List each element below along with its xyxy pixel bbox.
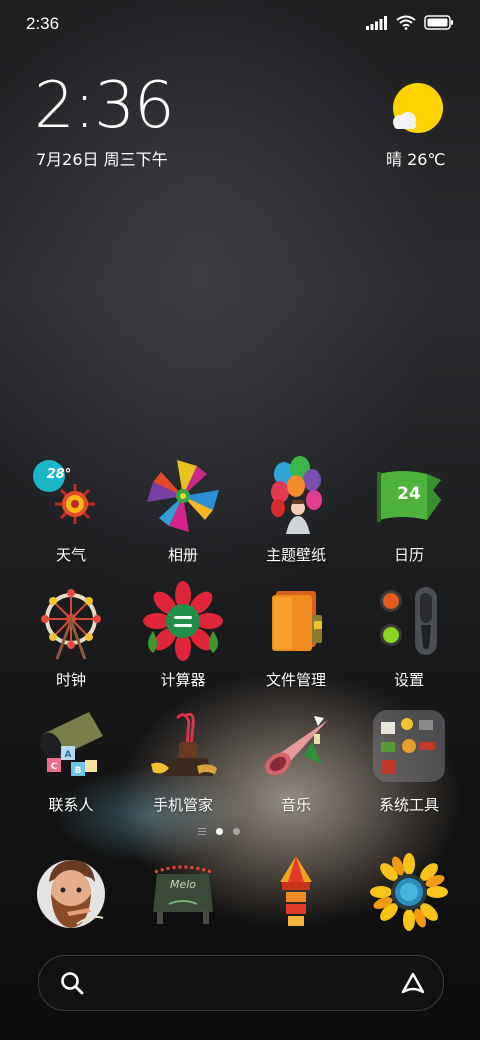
calendar-date: 24 [397, 484, 421, 504]
signal-icon [366, 15, 387, 30]
status-time: 2:36 [26, 14, 60, 33]
app-files[interactable]: 文件管理 [241, 581, 351, 690]
ferris-wheel-icon [41, 589, 101, 660]
app-label: 手机管家 [152, 796, 213, 814]
app-contacts[interactable]: C B A 联系人 [16, 706, 126, 815]
app-clock[interactable]: 时钟 [16, 581, 126, 690]
dock-item-1[interactable] [16, 852, 126, 936]
app-calculator[interactable]: 计算器 [128, 581, 238, 690]
app-label: 计算器 [160, 671, 206, 689]
app-label: 相册 [167, 546, 198, 564]
blocks-icon: C B A [40, 712, 103, 776]
search-input[interactable] [99, 968, 383, 1000]
app-calendar[interactable]: 24 日历 [354, 456, 464, 565]
dock-item-2[interactable]: Melo [128, 852, 238, 936]
app-label: 音乐 [280, 796, 311, 814]
search-bar[interactable] [38, 955, 444, 1011]
page-dot-active[interactable] [216, 828, 223, 835]
app-music[interactable]: 音乐 [241, 706, 351, 815]
app-weather[interactable]: 28° 天气 [16, 456, 126, 565]
vuvuzela-icon [265, 716, 328, 776]
horn-pipe-icon [151, 712, 217, 776]
status-bar: 2:36 [0, 0, 480, 50]
pinwheel-icon [147, 460, 219, 532]
app-label: 天气 [55, 546, 86, 564]
balloons-icon [271, 456, 322, 534]
date-text[interactable]: 7月26日 周三下午 [36, 146, 168, 170]
app-gallery[interactable]: 相册 [128, 456, 238, 565]
app-settings[interactable]: 设置 [354, 581, 464, 690]
sunflower-icon [370, 853, 448, 931]
tools-folder-icon [373, 710, 445, 782]
sign-text: Melo [169, 878, 197, 891]
wifi-icon [396, 15, 416, 30]
assistant-icon[interactable] [399, 970, 427, 996]
weather-badge: 28° [46, 467, 72, 482]
sunny-cloud-icon[interactable] [388, 82, 444, 138]
traffic-light-icon [380, 587, 437, 655]
app-label: 设置 [393, 671, 424, 689]
app-themes[interactable]: 主题壁纸 [241, 456, 351, 565]
page-dot[interactable] [233, 828, 240, 835]
page-indicator[interactable] [198, 828, 240, 835]
list-view-icon[interactable] [198, 828, 206, 835]
app-label: 日历 [393, 546, 424, 564]
svg-text:B: B [75, 766, 82, 776]
dock-item-3[interactable] [241, 852, 351, 936]
clock-time[interactable]: 2:36 [34, 74, 175, 138]
app-label: 文件管理 [265, 671, 326, 689]
battery-icon [424, 15, 453, 30]
flower-calculator-icon [143, 581, 223, 661]
sign-board-icon [153, 865, 213, 924]
bearded-man-icon [37, 860, 105, 928]
svg-text:A: A [65, 750, 72, 760]
folder-icon [272, 591, 322, 651]
app-label: 联系人 [48, 796, 94, 814]
app-label: 时钟 [55, 671, 86, 689]
search-icon [61, 972, 84, 995]
weather-text[interactable]: 晴 26℃ [386, 146, 445, 170]
svg-text:C: C [51, 762, 58, 772]
app-security[interactable]: 手机管家 [128, 706, 238, 815]
lantern-icon [280, 856, 312, 926]
app-label: 主题壁纸 [265, 546, 326, 564]
app-tools[interactable]: 系统工具 [354, 706, 464, 815]
app-label: 系统工具 [378, 796, 439, 814]
dock-item-4[interactable] [354, 852, 464, 936]
